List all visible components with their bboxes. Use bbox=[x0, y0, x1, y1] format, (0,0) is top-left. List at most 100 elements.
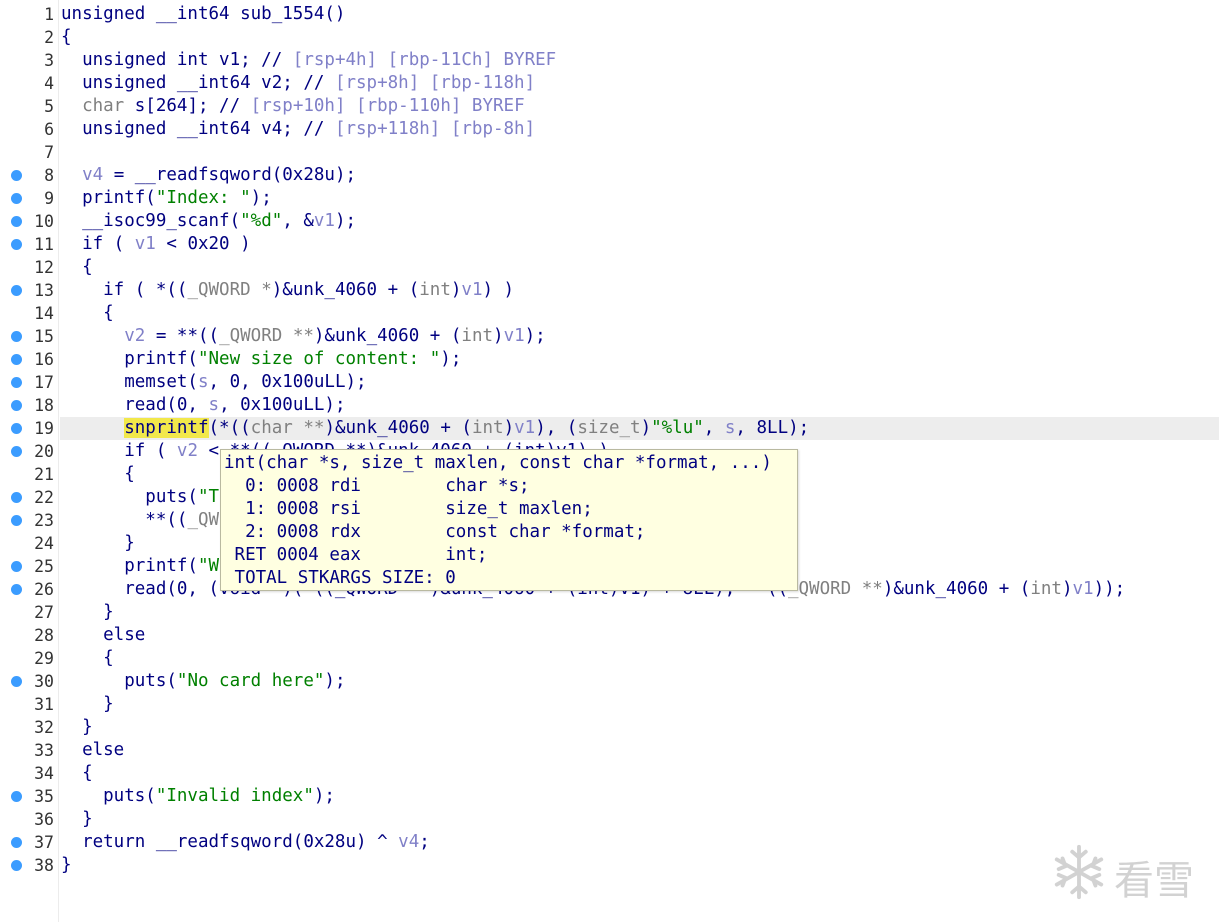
code-text[interactable]: puts("Invalid index"); bbox=[61, 785, 335, 808]
code-token: v1 bbox=[313, 211, 335, 231]
code-line[interactable]: 37 return __readfsqword(0x28u) ^ v4; bbox=[0, 831, 1219, 854]
code-token: [rsp+4h] [rbp-11Ch] BYREF bbox=[292, 50, 557, 70]
code-text[interactable]: puts("No card here"); bbox=[61, 670, 345, 693]
code-text[interactable]: __isoc99_scanf("%d", &v1); bbox=[61, 210, 356, 233]
code-text[interactable]: { bbox=[61, 26, 72, 49]
code-text[interactable]: else bbox=[61, 624, 145, 647]
line-number: 26 bbox=[34, 580, 54, 599]
code-token: int bbox=[461, 326, 494, 346]
code-text[interactable]: if ( *((_QWORD *)&unk_4060 + (int)v1) ) bbox=[61, 279, 514, 302]
code-line[interactable]: 2{ bbox=[0, 26, 1219, 49]
line-number: 6 bbox=[44, 120, 54, 139]
code-token: if ( bbox=[61, 234, 135, 254]
code-text[interactable]: snprintf(*((char **)&unk_4060 + (int)v1)… bbox=[61, 417, 809, 440]
code-token: puts( bbox=[61, 487, 198, 507]
code-text[interactable]: char s[264]; // [rsp+10h] [rbp-110h] BYR… bbox=[61, 95, 525, 118]
code-text[interactable]: return __readfsqword(0x28u) ^ v4; bbox=[61, 831, 430, 854]
code-token: } bbox=[61, 533, 135, 553]
code-text[interactable]: puts("T bbox=[61, 486, 219, 509]
code-line[interactable]: 29 { bbox=[0, 647, 1219, 670]
code-line[interactable]: 5 char s[264]; // [rsp+10h] [rbp-110h] B… bbox=[0, 95, 1219, 118]
code-token: ) bbox=[640, 418, 652, 438]
code-text[interactable]: printf("W bbox=[61, 555, 219, 578]
code-token: "%d" bbox=[240, 211, 283, 231]
code-line[interactable]: 15 v2 = **((_QWORD **)&unk_4060 + (int)v… bbox=[0, 325, 1219, 348]
code-text[interactable]: memset(s, 0, 0x100uLL); bbox=[61, 371, 366, 394]
code-token: { bbox=[61, 27, 72, 47]
code-line[interactable]: 32 } bbox=[0, 716, 1219, 739]
code-text[interactable]: if ( v1 < 0x20 ) bbox=[61, 233, 251, 256]
code-line[interactable]: 19 snprintf(*((char **)&unk_4060 + (int)… bbox=[0, 417, 1219, 440]
code-line[interactable]: 12 { bbox=[0, 256, 1219, 279]
code-text[interactable]: read(0, s, 0x100uLL); bbox=[61, 394, 345, 417]
code-line[interactable]: 9 printf("Index: "); bbox=[0, 187, 1219, 210]
code-line[interactable]: 27 } bbox=[0, 601, 1219, 624]
code-line[interactable]: 30 puts("No card here"); bbox=[0, 670, 1219, 693]
line-number: 12 bbox=[34, 258, 54, 277]
code-line[interactable]: 35 puts("Invalid index"); bbox=[0, 785, 1219, 808]
code-token: [rsp+10h] [rbp-110h] BYREF bbox=[250, 96, 525, 116]
code-text[interactable]: } bbox=[61, 716, 93, 739]
code-line[interactable]: 38} bbox=[0, 854, 1219, 877]
code-text[interactable]: unsigned __int64 v2; // [rsp+8h] [rbp-11… bbox=[61, 72, 535, 95]
code-text[interactable]: unsigned __int64 v4; // [rsp+118h] [rbp-… bbox=[61, 118, 535, 141]
code-line[interactable]: 18 read(0, s, 0x100uLL); bbox=[0, 394, 1219, 417]
code-token: else bbox=[61, 625, 146, 645]
code-text[interactable]: } bbox=[61, 532, 135, 555]
code-line[interactable]: 28 else bbox=[0, 624, 1219, 647]
code-text[interactable]: { bbox=[61, 302, 114, 325]
code-token: "T bbox=[197, 487, 220, 507]
code-text[interactable]: } bbox=[61, 854, 72, 877]
code-text[interactable]: v2 = **((_QWORD **)&unk_4060 + (int)v1); bbox=[61, 325, 546, 348]
code-text[interactable]: } bbox=[61, 808, 93, 831]
code-line[interactable]: 7 bbox=[0, 141, 1219, 164]
code-token: v4 bbox=[82, 165, 104, 185]
code-line[interactable]: 14 { bbox=[0, 302, 1219, 325]
code-text[interactable]: { bbox=[61, 256, 93, 279]
code-line[interactable]: 3 unsigned int v1; // [rsp+4h] [rbp-11Ch… bbox=[0, 49, 1219, 72]
code-line[interactable]: 16 printf("New size of content: "); bbox=[0, 348, 1219, 371]
code-text[interactable]: printf("Index: "); bbox=[61, 187, 272, 210]
code-token: int bbox=[419, 280, 451, 300]
code-text[interactable]: v4 = __readfsqword(0x28u); bbox=[61, 164, 356, 187]
code-line[interactable]: 17 memset(s, 0, 0x100uLL); bbox=[0, 371, 1219, 394]
code-token: )&unk_4060 + ( bbox=[313, 326, 462, 346]
line-number: 1 bbox=[44, 5, 54, 24]
code-token: { bbox=[61, 648, 114, 668]
code-text[interactable]: printf("New size of content: "); bbox=[61, 348, 461, 371]
code-line[interactable]: 11 if ( v1 < 0x20 ) bbox=[0, 233, 1219, 256]
code-token: int bbox=[471, 418, 504, 438]
code-text[interactable]: } bbox=[61, 693, 114, 716]
code-text[interactable]: { bbox=[61, 463, 135, 486]
code-token: v1 bbox=[1072, 579, 1094, 599]
code-text[interactable]: unsigned int v1; // [rsp+4h] [rbp-11Ch] … bbox=[61, 49, 556, 72]
code-text[interactable]: } bbox=[61, 601, 114, 624]
code-line[interactable]: 6 unsigned __int64 v4; // [rsp+118h] [rb… bbox=[0, 118, 1219, 141]
code-token: _QWORD * bbox=[187, 280, 272, 300]
code-line[interactable]: 36 } bbox=[0, 808, 1219, 831]
code-text[interactable]: unsigned __int64 sub_1554() bbox=[61, 3, 345, 26]
code-token: v1 bbox=[134, 234, 156, 254]
code-line[interactable]: 34 { bbox=[0, 762, 1219, 785]
code-line[interactable]: 8 v4 = __readfsqword(0x28u); bbox=[0, 164, 1219, 187]
code-text[interactable]: { bbox=[61, 647, 114, 670]
code-text[interactable]: **((_QW bbox=[61, 509, 219, 532]
code-token: (*(( bbox=[208, 418, 251, 438]
code-line[interactable]: 31 } bbox=[0, 693, 1219, 716]
code-token: _QWORD ** bbox=[787, 579, 883, 599]
code-token: ) bbox=[1061, 579, 1073, 599]
code-line[interactable]: 33 else bbox=[0, 739, 1219, 762]
line-number: 37 bbox=[34, 833, 54, 852]
line-number: 16 bbox=[34, 350, 54, 369]
code-text[interactable]: { bbox=[61, 762, 93, 785]
line-number: 36 bbox=[34, 810, 54, 829]
code-text[interactable]: else bbox=[61, 739, 124, 762]
code-line[interactable]: 13 if ( *((_QWORD *)&unk_4060 + (int)v1)… bbox=[0, 279, 1219, 302]
code-line[interactable]: 1 unsigned __int64 sub_1554() bbox=[0, 3, 1219, 26]
code-line[interactable]: 4 unsigned __int64 v2; // [rsp+8h] [rbp-… bbox=[0, 72, 1219, 95]
line-number: 10 bbox=[34, 212, 54, 231]
code-line[interactable]: 10 __isoc99_scanf("%d", &v1); bbox=[0, 210, 1219, 233]
line-number: 7 bbox=[44, 143, 54, 162]
code-token: memset( bbox=[61, 372, 198, 392]
highlighted-identifier: snprintf bbox=[124, 418, 209, 438]
